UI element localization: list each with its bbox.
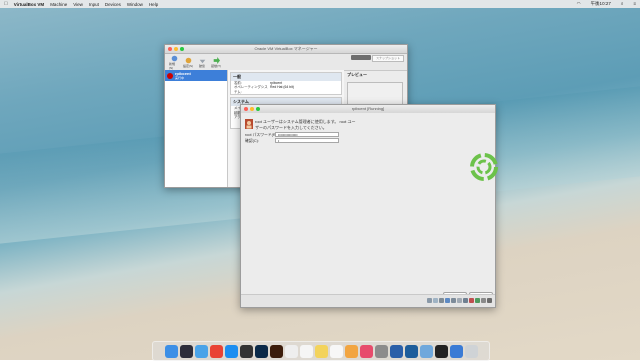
menu-input[interactable]: Input bbox=[89, 2, 99, 7]
root-message: root ユーザーはシステム管理者に使用します。 root ユー ザーのパスワー… bbox=[255, 119, 356, 131]
optical-drive-icon[interactable] bbox=[433, 298, 438, 303]
menu-help[interactable]: Help bbox=[149, 2, 158, 7]
dock bbox=[152, 341, 490, 361]
apple-menu-icon[interactable]:  bbox=[4, 1, 8, 7]
general-key: オペレーティングシステム: bbox=[234, 85, 268, 94]
photos-icon[interactable] bbox=[344, 344, 358, 358]
arrow-down-icon bbox=[199, 59, 205, 63]
downloads-icon[interactable] bbox=[449, 344, 463, 358]
illustrator-icon[interactable] bbox=[269, 344, 283, 358]
launchpad-icon[interactable] bbox=[179, 344, 193, 358]
manager-titlebar[interactable]: Oracle VM VirtualBox マネージャー bbox=[165, 45, 407, 54]
confirm-label: 確認(C): bbox=[245, 139, 259, 143]
sysprefs-icon[interactable] bbox=[374, 344, 388, 358]
start-button[interactable]: 起動(T) bbox=[211, 56, 221, 68]
menu-app-name[interactable]: VirtualBox VM bbox=[14, 2, 44, 7]
general-value: Red Hat (64 bit) bbox=[270, 85, 294, 90]
vm-window: rpibcent [Running] root ユーザーはシステム管理者に使用し… bbox=[240, 104, 498, 308]
photoshop-icon[interactable] bbox=[254, 344, 268, 358]
loading-spinner-icon bbox=[470, 153, 498, 181]
virtualbox-icon[interactable] bbox=[404, 344, 418, 358]
clock[interactable]: 午後10:27 bbox=[591, 1, 611, 7]
menu-view[interactable]: View bbox=[73, 2, 83, 7]
terminal-icon[interactable] bbox=[239, 344, 253, 358]
trash-icon[interactable] bbox=[464, 344, 478, 358]
confirm-password-field[interactable]: • bbox=[275, 138, 339, 143]
vm-list: rpibcent 実行中 bbox=[165, 70, 228, 187]
vm-screen[interactable]: root ユーザーはシステム管理者に使用します。 root ユー ザーのパスワー… bbox=[241, 113, 498, 300]
app-store-icon[interactable] bbox=[224, 344, 238, 358]
wifi-icon[interactable]: ◠ bbox=[577, 1, 581, 7]
vm-list-item[interactable]: rpibcent 実行中 bbox=[165, 70, 227, 81]
keyboard-icon[interactable] bbox=[487, 298, 492, 303]
finder-icon[interactable] bbox=[164, 344, 178, 358]
display-icon[interactable] bbox=[463, 298, 468, 303]
tab-details[interactable] bbox=[351, 55, 371, 60]
close-icon[interactable] bbox=[168, 47, 172, 51]
new-icon bbox=[171, 55, 177, 61]
network-icon[interactable] bbox=[445, 298, 450, 303]
preview-icon[interactable] bbox=[419, 344, 433, 358]
vm-statusbar bbox=[241, 294, 495, 307]
preview-header[interactable]: プレビュー bbox=[345, 70, 405, 80]
top-tabs: スナップショット bbox=[351, 55, 404, 62]
safari-icon[interactable] bbox=[194, 344, 208, 358]
cpu-icon[interactable] bbox=[475, 298, 480, 303]
activity-monitor-icon[interactable] bbox=[434, 344, 448, 358]
quicktime-icon[interactable] bbox=[389, 344, 403, 358]
tab-snapshots[interactable]: スナップショット bbox=[372, 55, 404, 62]
vm-state: 実行中 bbox=[175, 76, 185, 80]
search-icon[interactable]: ⌕ bbox=[621, 1, 624, 7]
discard-button[interactable]: 破棄 bbox=[197, 57, 207, 68]
zoom-icon[interactable] bbox=[256, 107, 260, 111]
password-label: root パスワード(R): bbox=[245, 133, 278, 137]
manager-title: Oracle VM VirtualBox マネージャー bbox=[254, 46, 318, 51]
close-icon[interactable] bbox=[244, 107, 248, 111]
user-icon bbox=[245, 119, 253, 129]
harddisk-icon[interactable] bbox=[427, 298, 432, 303]
music-icon[interactable] bbox=[359, 344, 373, 358]
chrome-icon[interactable] bbox=[209, 344, 223, 358]
shared-folder-icon[interactable] bbox=[457, 298, 462, 303]
start-arrow-icon bbox=[213, 56, 220, 64]
notes-icon[interactable] bbox=[314, 344, 328, 358]
usb-icon[interactable] bbox=[451, 298, 456, 303]
settings-button[interactable]: 設定(S) bbox=[183, 57, 193, 68]
reminders-icon[interactable] bbox=[329, 344, 343, 358]
gear-icon bbox=[185, 57, 191, 63]
general-header[interactable]: 一般 bbox=[231, 73, 341, 81]
general-section: 一般 名前: rpibcent オペレーティングシステム: Red Hat (64 … bbox=[230, 72, 342, 96]
menu-machine[interactable]: Machine bbox=[50, 2, 67, 7]
menu-window[interactable]: Window bbox=[127, 2, 143, 7]
capture-icon[interactable] bbox=[469, 298, 474, 303]
root-message-line2: ザーのパスワードを入力してください。 bbox=[255, 125, 327, 130]
password-field[interactable]: •••••••••••••••• bbox=[275, 132, 339, 137]
menu-list-icon[interactable]: ≡ bbox=[633, 1, 636, 7]
zoom-icon[interactable] bbox=[180, 47, 184, 51]
vm-window-title: rpibcent [Running] bbox=[351, 106, 385, 111]
menu-devices[interactable]: Devices bbox=[105, 2, 121, 7]
audio-icon[interactable] bbox=[439, 298, 444, 303]
minimize-icon[interactable] bbox=[250, 107, 254, 111]
mouse-icon[interactable] bbox=[481, 298, 486, 303]
calendar-icon[interactable] bbox=[299, 344, 313, 358]
redhat-icon bbox=[167, 72, 173, 79]
new-button[interactable]: 新規(N) bbox=[169, 55, 179, 70]
textedit-icon[interactable] bbox=[284, 344, 298, 358]
menu-bar:  VirtualBox VM Machine View Input Devic… bbox=[0, 0, 640, 8]
minimize-icon[interactable] bbox=[174, 47, 178, 51]
